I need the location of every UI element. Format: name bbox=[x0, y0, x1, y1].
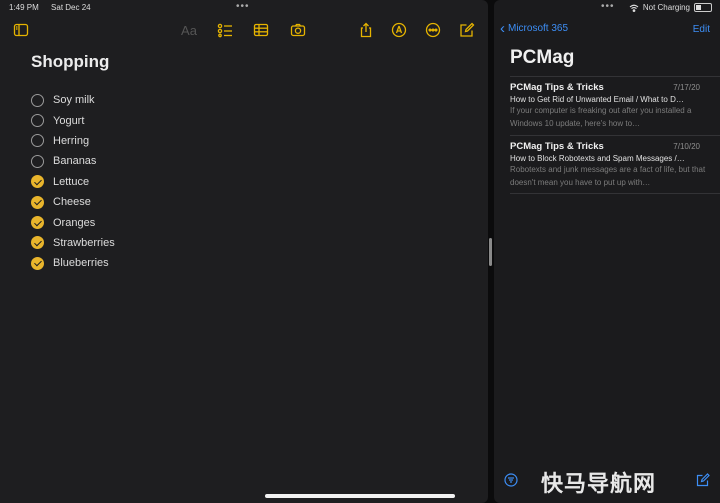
status-time: 1:49 PM bbox=[9, 3, 39, 12]
table-icon[interactable] bbox=[252, 21, 270, 39]
checklist-item-label[interactable]: Bananas bbox=[53, 155, 96, 167]
checked-circle-icon[interactable] bbox=[31, 236, 44, 250]
back-label[interactable]: Microsoft 365 bbox=[508, 23, 568, 34]
checklist-item[interactable]: Oranges bbox=[31, 212, 115, 232]
message-preview: Robotexts and junk messages are a fact o… bbox=[510, 165, 706, 187]
compose-icon[interactable] bbox=[696, 473, 710, 487]
checklist-item-label[interactable]: Blueberries bbox=[53, 257, 109, 269]
checklist-item-label[interactable]: Herring bbox=[53, 135, 89, 147]
message-row[interactable]: PCMag Tips & Tricks 7/10/20 How to Block… bbox=[510, 141, 714, 189]
divider bbox=[510, 193, 720, 194]
checklist-item[interactable]: Herring bbox=[31, 131, 115, 151]
checklist-item-label[interactable]: Oranges bbox=[53, 217, 95, 229]
checklist-icon[interactable] bbox=[216, 21, 234, 39]
charging-status: Not Charging bbox=[642, 3, 690, 12]
message-date: 7/10/20 bbox=[673, 142, 700, 151]
camera-icon[interactable] bbox=[289, 21, 307, 39]
checklist-item[interactable]: Blueberries bbox=[31, 253, 115, 273]
watermark: 快马导航网 bbox=[541, 471, 657, 496]
markup-pen-icon[interactable] bbox=[390, 21, 408, 39]
home-indicator[interactable] bbox=[265, 494, 455, 498]
checklist-item-label[interactable]: Strawberries bbox=[53, 237, 115, 249]
wifi-icon bbox=[629, 4, 639, 12]
format-text-button[interactable]: Aa bbox=[180, 21, 198, 39]
multitasking-dots[interactable]: ••• bbox=[601, 1, 615, 12]
filter-icon[interactable] bbox=[504, 473, 518, 487]
checked-circle-icon[interactable] bbox=[31, 175, 44, 189]
status-bar-right: Not Charging bbox=[629, 3, 712, 12]
message-subject: How to Block Robotexts and Spam Messages… bbox=[510, 154, 685, 163]
message-date: 7/17/20 bbox=[673, 83, 700, 92]
checklist-item[interactable]: Soy milk bbox=[31, 90, 115, 110]
more-options-icon[interactable] bbox=[424, 21, 442, 39]
checklist-item-label[interactable]: Yogurt bbox=[53, 115, 84, 127]
checked-circle-icon[interactable] bbox=[31, 216, 44, 230]
message-preview: If your computer is freaking out after y… bbox=[510, 106, 692, 128]
back-to-account-button[interactable]: ‹ Microsoft 365 bbox=[500, 19, 568, 37]
unchecked-circle-icon[interactable] bbox=[31, 114, 44, 128]
split-view-divider-handle[interactable] bbox=[489, 238, 492, 266]
mail-pane: ••• Not Charging ‹ Microsoft 365 Edit PC… bbox=[494, 0, 720, 503]
checklist-item-label[interactable]: Cheese bbox=[53, 196, 91, 208]
status-date: Sat Dec 24 bbox=[51, 3, 91, 12]
checked-circle-icon[interactable] bbox=[31, 256, 44, 270]
status-bar-left: 1:49 PM Sat Dec 24 bbox=[9, 3, 101, 12]
message-subject: How to Get Rid of Unwanted Email / What … bbox=[510, 95, 684, 104]
shopping-checklist: Soy milk Yogurt Herring Bananas Lettuce … bbox=[31, 90, 115, 274]
sidebar-toggle-icon[interactable] bbox=[12, 21, 30, 39]
chevron-left-icon: ‹ bbox=[500, 19, 505, 37]
notes-pane: 1:49 PM Sat Dec 24 ••• Aa Shopping Soy m… bbox=[0, 0, 488, 503]
unchecked-circle-icon[interactable] bbox=[31, 154, 44, 168]
checklist-item[interactable]: Cheese bbox=[31, 192, 115, 212]
note-title[interactable]: Shopping bbox=[31, 52, 109, 72]
edit-button[interactable]: Edit bbox=[693, 24, 710, 35]
checklist-item-label[interactable]: Soy milk bbox=[53, 94, 95, 106]
checklist-item-label[interactable]: Lettuce bbox=[53, 176, 89, 188]
mailbox-title: PCMag bbox=[510, 47, 575, 68]
checklist-item[interactable]: Yogurt bbox=[31, 110, 115, 130]
checked-circle-icon[interactable] bbox=[31, 195, 44, 209]
message-row[interactable]: PCMag Tips & Tricks 7/17/20 How to Get R… bbox=[510, 82, 714, 130]
multitasking-dots[interactable]: ••• bbox=[236, 1, 250, 12]
new-note-icon[interactable] bbox=[458, 21, 476, 39]
unchecked-circle-icon[interactable] bbox=[31, 134, 44, 148]
share-icon[interactable] bbox=[357, 21, 375, 39]
battery-icon bbox=[694, 3, 712, 12]
divider bbox=[510, 76, 720, 77]
checklist-item[interactable]: Bananas bbox=[31, 151, 115, 171]
checklist-item[interactable]: Lettuce bbox=[31, 172, 115, 192]
checklist-item[interactable]: Strawberries bbox=[31, 233, 115, 253]
unchecked-circle-icon[interactable] bbox=[31, 93, 44, 107]
divider bbox=[510, 135, 720, 136]
